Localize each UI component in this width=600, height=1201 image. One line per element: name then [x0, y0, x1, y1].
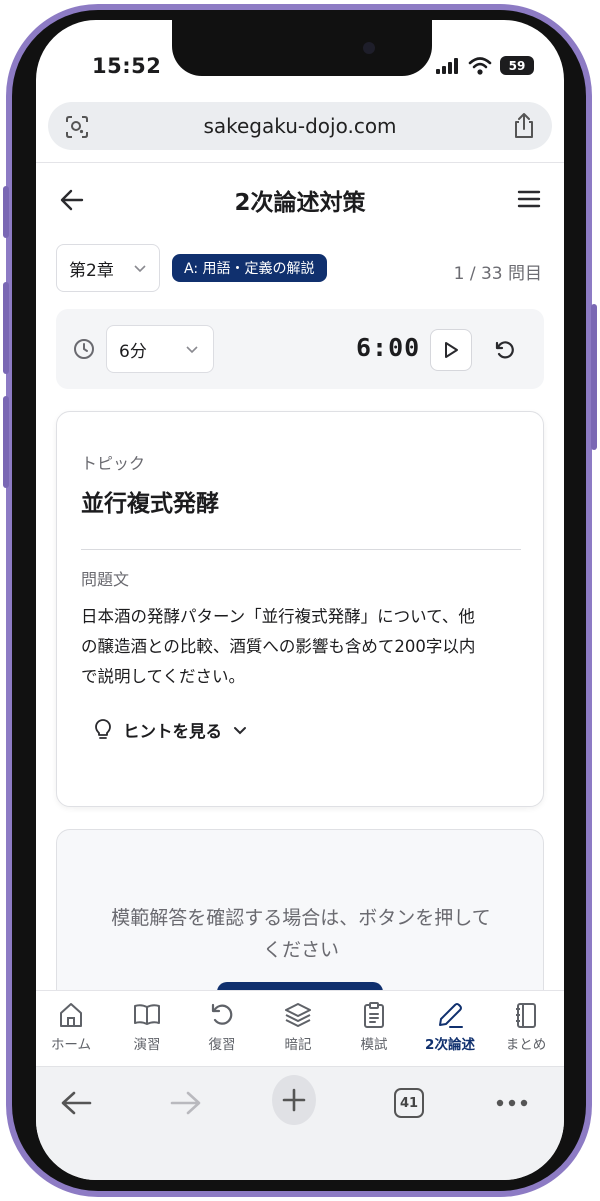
tab-essay[interactable]: 2次論述	[415, 1001, 485, 1053]
question-line: 日本酒の発酵パターン「並行複式発酵」について、他	[81, 607, 475, 626]
status-icons: 59	[436, 56, 534, 75]
device-power-button	[591, 304, 597, 450]
question-label: 問題文	[81, 570, 130, 589]
url-text: sakegaku-dojo.com	[203, 114, 397, 138]
question-line: の醸造酒との比較、酒質への影響も含めて200字以内	[81, 637, 476, 656]
topic-title: 並行複式発酵	[81, 491, 219, 517]
tab-label: ホーム	[50, 1037, 92, 1053]
timer-display: 6:00	[356, 333, 421, 362]
more-options-button[interactable]	[490, 1081, 534, 1125]
message-line: ください	[262, 939, 339, 961]
device-volume-up	[3, 282, 9, 374]
notch	[172, 20, 432, 76]
wifi-icon	[468, 56, 492, 75]
chevron-down-icon	[186, 346, 198, 354]
tab-home[interactable]: ホーム	[36, 1001, 106, 1053]
tab-practice[interactable]: 演習	[112, 1001, 182, 1053]
duration-select[interactable]: 6分	[106, 325, 214, 373]
message-line: 模範解答を確認する場合は、ボタンを押して	[111, 907, 491, 929]
timer-bar: 6分 6:00	[56, 309, 544, 389]
chapter-select-value: 第2章	[69, 260, 114, 281]
chevron-down-icon	[234, 727, 246, 735]
screen: 15:52 59 sakegaku-dojo.com 2次論述対策 第2章 A:…	[36, 20, 564, 1180]
bottom-tab-bar: ホーム 演習 復習 暗記 模試 2次論述 まとめ	[36, 990, 564, 1066]
tab-label: 暗記	[284, 1037, 312, 1053]
share-icon[interactable]	[512, 112, 536, 140]
clipboard-icon	[364, 1002, 384, 1028]
arrow-left-icon	[61, 1091, 92, 1115]
topic-label: トピック	[81, 454, 146, 473]
reset-button[interactable]	[484, 329, 526, 371]
page-title: 2次論述対策	[234, 190, 366, 216]
question-text: 日本酒の発酵パターン「並行複式発酵」について、他 の醸造酒との比較、酒質への影響…	[81, 602, 526, 692]
browser-toolbar: 41	[36, 1066, 564, 1180]
hint-toggle[interactable]: ヒントを見る	[93, 718, 248, 742]
tab-review[interactable]: 復習	[187, 1001, 257, 1053]
tab-label: 模試	[360, 1037, 388, 1053]
camera	[363, 42, 375, 54]
tab-label: 復習	[208, 1037, 236, 1053]
divider	[36, 162, 564, 163]
question-line: で説明してください。	[81, 667, 246, 686]
tab-summary[interactable]: まとめ	[491, 1001, 561, 1053]
more-horizontal-icon	[496, 1099, 528, 1107]
battery-indicator: 59	[500, 56, 534, 75]
play-icon	[445, 342, 458, 358]
lightbulb-icon	[95, 719, 111, 739]
chapter-select[interactable]: 第2章	[56, 244, 160, 292]
signal-icon	[436, 57, 458, 74]
model-answer-message: 模範解答を確認する場合は、ボタンを押して ください	[81, 902, 521, 966]
plus-icon	[282, 1088, 306, 1112]
status-time: 15:52	[92, 54, 162, 78]
device-side-button	[3, 186, 9, 238]
device-volume-down	[3, 396, 9, 488]
rotate-icon	[211, 1003, 233, 1025]
home-icon	[60, 1003, 82, 1027]
address-bar[interactable]: sakegaku-dojo.com	[48, 102, 552, 150]
hint-label: ヒントを見る	[123, 722, 222, 741]
new-tab-circle	[272, 1075, 316, 1125]
layers-icon	[285, 1003, 311, 1027]
reset-icon	[495, 341, 514, 359]
arrow-right-icon	[170, 1091, 201, 1115]
book-open-icon	[134, 1004, 160, 1025]
duration-select-value: 6分	[119, 341, 147, 362]
new-tab-button[interactable]	[272, 1075, 316, 1125]
tab-memorize[interactable]: 暗記	[263, 1001, 333, 1053]
browser-back-button[interactable]	[54, 1081, 98, 1125]
hamburger-menu-icon[interactable]	[516, 188, 542, 210]
notebook-icon	[516, 1003, 536, 1028]
tab-count: 41	[394, 1088, 424, 1118]
tab-label: 演習	[133, 1037, 161, 1053]
play-button[interactable]	[430, 329, 472, 371]
divider	[81, 549, 521, 550]
clock-icon	[74, 339, 94, 359]
tab-label: まとめ	[505, 1037, 547, 1053]
browser-forward-button[interactable]	[164, 1081, 208, 1125]
tab-mock-exam[interactable]: 模試	[339, 1001, 409, 1053]
category-badge: A: 用語・定義の解説	[172, 254, 327, 282]
pen-icon	[439, 1003, 463, 1028]
lens-icon[interactable]	[64, 114, 90, 140]
tab-label: 2次論述	[425, 1037, 475, 1053]
question-progress: 1 / 33 問目	[453, 264, 542, 284]
question-card: トピック 並行複式発酵 問題文 日本酒の発酵パターン「並行複式発酵」について、他…	[56, 411, 544, 807]
chevron-down-icon	[134, 265, 146, 273]
tabs-button[interactable]: 41	[387, 1081, 431, 1125]
